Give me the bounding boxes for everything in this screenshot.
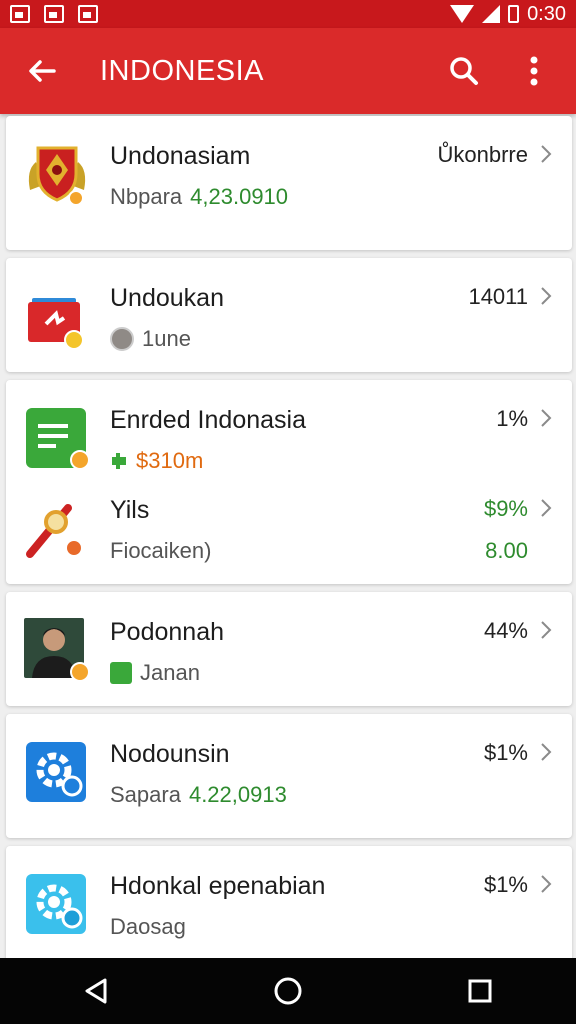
chevron-right-icon xyxy=(541,145,552,163)
more-options-button[interactable] xyxy=(514,51,554,91)
square-recents-icon xyxy=(468,979,492,1003)
red-flag-card-icon xyxy=(24,288,90,354)
search-button[interactable] xyxy=(444,51,484,91)
chevron-right-icon xyxy=(541,875,552,893)
item-list: Undonasiam Nbpara 4,23.0910 Ůkonbrre Und… xyxy=(6,116,572,978)
item-subtitle-prefix: Sapara xyxy=(110,782,181,807)
item-subtitle: Janan xyxy=(110,660,200,686)
status-right-icons: 0:30 xyxy=(450,3,566,26)
key-ribbon-icon xyxy=(24,494,90,560)
item-value: Ůkonbrre xyxy=(437,142,528,167)
gallery-icon xyxy=(78,5,98,23)
item-title: Nodounsin xyxy=(110,740,230,768)
item-subtitle-number: 4.22,0913 xyxy=(188,782,287,807)
item-title: Hdonkal epenabian xyxy=(110,872,326,900)
person-photo-icon xyxy=(24,616,90,682)
item-value: $9% xyxy=(483,496,528,521)
list-item[interactable]: Podonnah Janan 44% xyxy=(6,592,572,706)
item-value: 14011 xyxy=(468,284,528,309)
app-bar: INDONESIA xyxy=(0,28,576,114)
list-card: Hdonkal epenabian Daosag $1% xyxy=(6,846,572,970)
item-value: 1% xyxy=(496,406,528,431)
item-title: Yils xyxy=(110,496,150,524)
system-nav-bar xyxy=(0,958,576,1024)
list-item[interactable]: Hdonkal epenabian Daosag $1% xyxy=(6,846,572,970)
item-subtitle: 1une xyxy=(110,326,191,352)
item-value: $1% xyxy=(483,872,528,897)
back-button[interactable] xyxy=(22,51,62,91)
battery-icon xyxy=(508,5,520,23)
image-icon xyxy=(10,5,30,23)
list-card: Undoukan 1une 14011 xyxy=(6,258,572,372)
page-title: INDONESIA xyxy=(100,54,265,87)
status-time: 0:30 xyxy=(527,2,566,25)
item-value: 44% xyxy=(483,618,528,643)
nav-back-button[interactable] xyxy=(73,968,119,1014)
more-vertical-icon xyxy=(530,56,538,86)
money-icon xyxy=(112,453,126,469)
chevron-right-icon xyxy=(541,743,552,761)
chevron-right-icon xyxy=(541,621,552,639)
item-value-secondary: 8.00 xyxy=(485,538,528,563)
list-card: Undonasiam Nbpara 4,23.0910 Ůkonbrre xyxy=(6,116,572,250)
item-title: Undoukan xyxy=(110,284,224,312)
chevron-right-icon xyxy=(541,499,552,517)
avatar xyxy=(110,327,134,351)
blue-settings-icon xyxy=(24,738,90,804)
chevron-right-icon xyxy=(541,287,552,305)
list-item[interactable]: Undoukan 1une 14011 xyxy=(6,258,572,372)
item-subtitle-text: Janan xyxy=(140,660,200,685)
item-title: Enrded Indonasia xyxy=(110,406,306,434)
item-subtitle: Fiocaiken) xyxy=(110,538,212,563)
status-bar: 0:30 xyxy=(0,0,576,28)
item-subtitle: Daosag xyxy=(110,914,186,939)
chevron-right-icon xyxy=(541,409,552,427)
item-subtitle-text: 1une xyxy=(142,326,191,351)
nav-home-button[interactable] xyxy=(265,968,311,1014)
app-badge-icon xyxy=(110,662,132,684)
light-blue-settings-icon xyxy=(24,870,90,936)
status-left-icons xyxy=(10,5,98,23)
list-item[interactable]: Nodounsin Sapara 4.22,0913 $1% xyxy=(6,714,572,838)
list-item[interactable]: Undonasiam Nbpara 4,23.0910 Ůkonbrre xyxy=(6,116,572,250)
coat-of-arms-icon xyxy=(28,146,86,206)
item-subtitle: Sapara 4.22,0913 xyxy=(110,782,287,808)
list-card: Podonnah Janan 44% xyxy=(6,592,572,706)
list-card: Enrded Indonasia $310m 1% Yils Fiocaiken… xyxy=(6,380,572,584)
nav-recents-button[interactable] xyxy=(457,968,503,1014)
wifi-icon xyxy=(450,5,475,23)
signal-icon xyxy=(482,5,501,23)
item-subtitle-number: 4,23.0910 xyxy=(190,184,289,209)
item-subtitle-prefix: Nbpara xyxy=(110,184,183,209)
green-document-icon xyxy=(24,404,90,470)
list-item[interactable]: Yils Fiocaiken) $9% 8.00 xyxy=(6,470,572,584)
list-card: Nodounsin Sapara 4.22,0913 $1% xyxy=(6,714,572,838)
arrow-left-icon xyxy=(29,60,56,82)
triangle-back-icon xyxy=(85,978,107,1004)
notes-icon xyxy=(44,5,64,23)
item-subtitle: Nbpara 4,23.0910 xyxy=(110,184,288,210)
circle-home-icon xyxy=(274,977,302,1005)
item-title: Undonasiam xyxy=(110,142,251,170)
search-icon xyxy=(450,57,478,85)
item-value: $1% xyxy=(483,740,528,765)
item-title: Podonnah xyxy=(110,618,225,646)
